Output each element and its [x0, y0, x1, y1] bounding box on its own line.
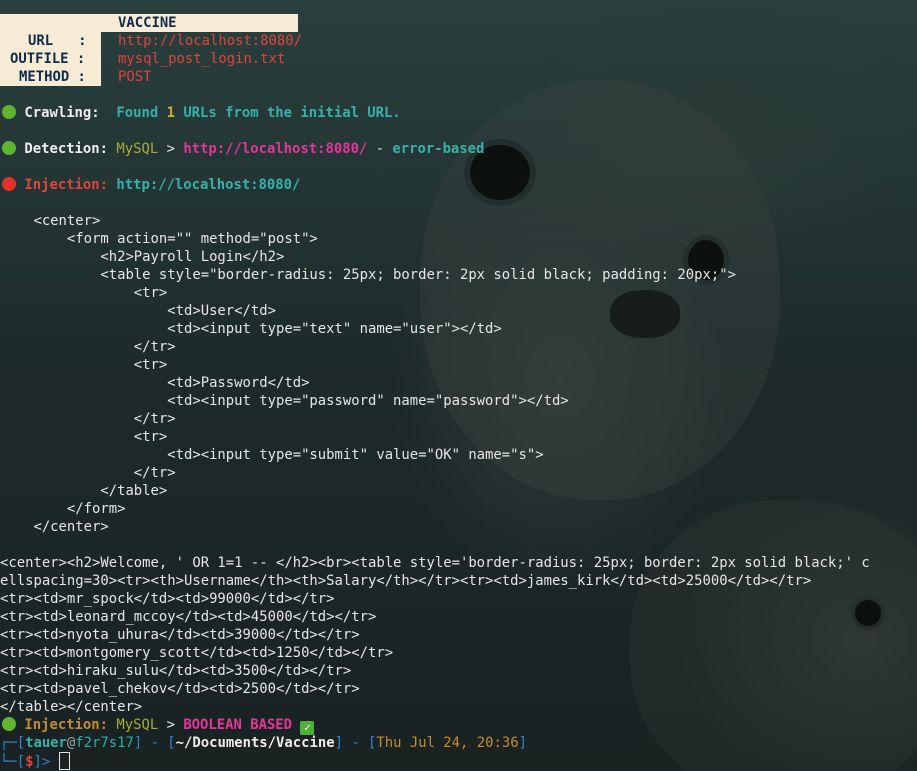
- injection-line: Injection: http://localhost:8080/: [0, 176, 300, 194]
- prompt-user: tauer: [25, 735, 67, 751]
- result-line: <tr><td>montgomery_scott</td><td>1250</t…: [0, 645, 394, 661]
- detection-db: MySQL: [116, 141, 159, 157]
- outfile-label: OUTFILE :: [10, 51, 86, 67]
- crawling-line: Crawling: Found 1 URLs from the initial …: [0, 104, 401, 122]
- result-line: ellspacing=30><tr><th>Username</th><th>S…: [0, 573, 812, 589]
- error-dot-icon: [2, 177, 16, 191]
- text-cursor[interactable]: [58, 752, 70, 770]
- detection-label: Detection:: [24, 141, 109, 157]
- injection-label: Injection:: [24, 717, 109, 733]
- injection-type: BOOLEAN BASED: [183, 717, 293, 733]
- injection-label: Injection:: [24, 177, 109, 193]
- source-line: <td><input type="password" name="passwor…: [0, 393, 569, 409]
- source-line: </tr>: [0, 411, 176, 427]
- source-line: <tr>: [0, 285, 168, 301]
- source-line: <center>: [0, 213, 101, 229]
- injection-url: http://localhost:8080/: [116, 177, 301, 193]
- url-label: URL :: [28, 33, 87, 49]
- source-line: <td>User</td>: [0, 303, 276, 319]
- success-dot-icon: [2, 717, 16, 731]
- result-line: <tr><td>nyota_uhura</td><td>39000</td></…: [0, 627, 360, 643]
- detection-line: Detection: MySQL > http://localhost:8080…: [0, 140, 484, 158]
- header-title: VACCINE: [118, 15, 177, 31]
- prompt-cwd: ~/Documents/Vaccine: [175, 735, 335, 751]
- source-line: <table style="border-radius: 25px; borde…: [0, 267, 736, 283]
- result-line: <tr><td>hiraku_sulu</td><td>3500</td></t…: [0, 663, 352, 679]
- source-line: <td><input type="submit" value="OK" name…: [0, 447, 544, 463]
- source-line: </tr>: [0, 339, 176, 355]
- source-line: </center>: [0, 519, 109, 535]
- result-line: </table></center>: [0, 699, 143, 715]
- source-line: <td><input type="text" name="user"></td>: [0, 321, 502, 337]
- url-value: http://localhost:8080/: [118, 33, 302, 49]
- prompt-host: f2r7s17: [75, 735, 134, 751]
- result-line: <center><h2>Welcome, ' OR 1=1 -- </h2><b…: [0, 555, 870, 571]
- method-value: POST: [118, 69, 152, 85]
- prompt-line-1: ┌─[tauer@f2r7s17] - [~/Documents/Vaccine…: [0, 735, 527, 751]
- detection-type: error-based: [392, 141, 485, 157]
- prompt-time: Thu Jul 24, 20:36: [376, 735, 519, 751]
- prompt-line-2[interactable]: └─[$]>: [0, 752, 70, 770]
- result-line: <tr><td>leonard_mccoy</td><td>45000</td>…: [0, 609, 377, 625]
- source-line: <form action="" method="post">: [0, 231, 318, 247]
- source-line: <tr>: [0, 429, 168, 445]
- injection-result-line: Injection: MySQL > BOOLEAN BASED ✓: [0, 716, 315, 735]
- success-dot-icon: [2, 105, 16, 119]
- method-label: METHOD :: [19, 69, 86, 85]
- injection-db: MySQL: [116, 717, 159, 733]
- success-dot-icon: [2, 141, 16, 155]
- crawling-count: 1: [166, 105, 175, 121]
- source-line: <td>Password</td>: [0, 375, 310, 391]
- result-line: <tr><td>mr_spock</td><td>99000</td></tr>: [0, 591, 335, 607]
- result-line: <tr><td>pavel_chekov</td><td>2500</td></…: [0, 681, 360, 697]
- source-line: </tr>: [0, 465, 176, 481]
- check-icon: ✓: [300, 721, 315, 735]
- source-line: <h2>Payroll Login</h2>: [0, 249, 285, 265]
- source-line: </table>: [0, 483, 168, 499]
- source-line: </form>: [0, 501, 126, 517]
- outfile-value: mysql_post_login.txt: [118, 51, 286, 67]
- detection-url: http://localhost:8080/: [183, 141, 368, 157]
- source-line: <tr>: [0, 357, 168, 373]
- crawling-label: Crawling:: [24, 105, 100, 121]
